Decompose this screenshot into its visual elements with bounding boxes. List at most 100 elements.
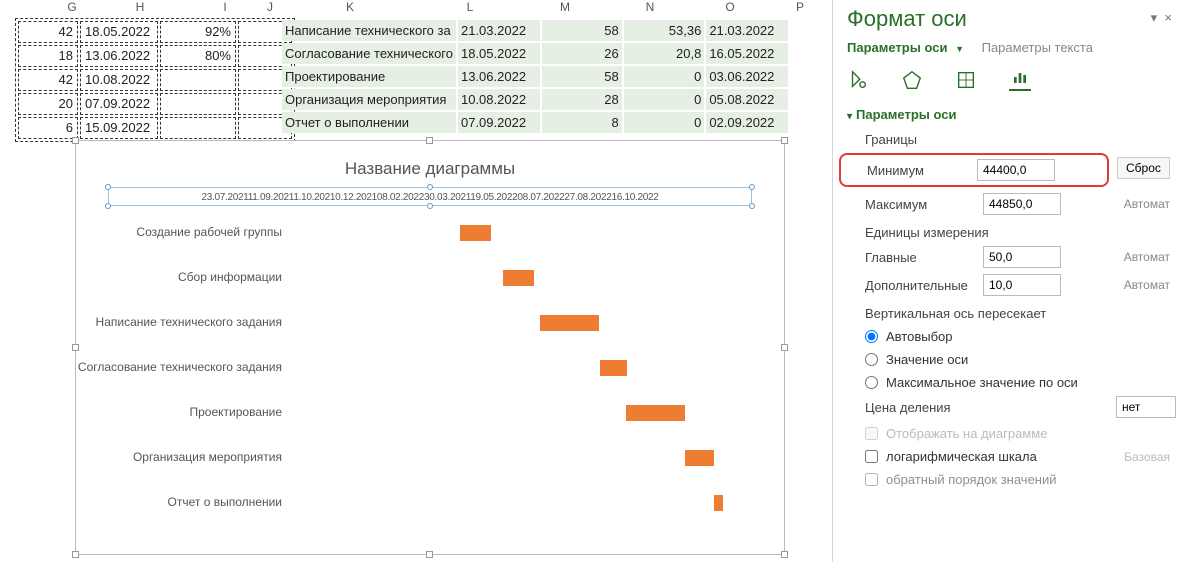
col-header-m[interactable]: M — [545, 0, 585, 18]
col-header-l[interactable]: L — [450, 0, 490, 18]
selection-table[interactable]: 4218.05.202292% 1813.06.202280% 4210.08.… — [15, 18, 295, 142]
chart-title[interactable]: Название диаграммы — [76, 141, 784, 187]
cell[interactable]: 15.09.2022 — [80, 117, 158, 139]
maximum-input[interactable] — [983, 193, 1061, 215]
data-table[interactable]: Написание технического за21.03.20225853,… — [280, 18, 790, 135]
reset-button[interactable]: Сброс — [1117, 157, 1170, 179]
cell[interactable]: Отчет о выполнении — [282, 112, 456, 133]
resize-handle[interactable] — [72, 137, 79, 144]
col-header-i[interactable]: I — [205, 0, 245, 18]
radio-max-value[interactable] — [865, 376, 878, 389]
display-units-label: Цена деления — [847, 400, 975, 415]
cell[interactable]: Согласование технического — [282, 43, 456, 64]
cell[interactable]: 42 — [18, 69, 78, 91]
col-header-k[interactable]: K — [330, 0, 370, 18]
cell[interactable]: 18 — [18, 45, 78, 67]
bar[interactable] — [600, 360, 627, 376]
col-header-p[interactable]: P — [790, 0, 810, 18]
minimum-input[interactable] — [977, 159, 1055, 181]
cell[interactable]: 42 — [18, 21, 78, 43]
section-axis-options[interactable]: Параметры оси — [847, 107, 1176, 122]
chevron-down-icon[interactable]: ▼ — [951, 44, 978, 54]
major-unit-input[interactable] — [983, 246, 1061, 268]
cell[interactable]: 18.05.2022 — [80, 21, 158, 43]
cell[interactable]: 10.08.2022 — [458, 89, 540, 110]
close-icon[interactable]: × — [1164, 10, 1172, 25]
category-label: Проектирование — [62, 405, 282, 419]
cell[interactable]: 05.08.2022 — [706, 89, 788, 110]
col-header-h[interactable]: H — [120, 0, 160, 18]
log-scale-label: логарифмическая шкала — [886, 449, 1037, 464]
x-axis-selection[interactable]: 23.07.202111.09.20211.10.20210.12.202108… — [108, 187, 752, 206]
cell[interactable]: 21.03.2022 — [706, 20, 788, 41]
chart-object[interactable]: Название диаграммы 23.07.202111.09.20211… — [75, 140, 785, 555]
minimum-label: Минимум — [841, 163, 969, 178]
cell[interactable]: Организация мероприятия — [282, 89, 456, 110]
col-header-j[interactable]: J — [260, 0, 280, 18]
cell[interactable]: 0 — [624, 89, 705, 110]
cell[interactable]: 80% — [160, 45, 236, 67]
reverse-order-checkbox[interactable] — [865, 473, 878, 486]
resize-handle[interactable] — [781, 344, 788, 351]
cell[interactable]: 21.03.2022 — [458, 20, 540, 41]
cell[interactable]: 13.06.2022 — [458, 66, 540, 87]
cell[interactable]: 0 — [624, 66, 705, 87]
cell[interactable]: 18.05.2022 — [458, 43, 540, 64]
radio-auto[interactable] — [865, 330, 878, 343]
bar[interactable] — [503, 270, 534, 286]
tick: 1.10.2021 — [293, 192, 335, 203]
cell[interactable]: 92% — [160, 21, 236, 43]
cell[interactable]: 16.05.2022 — [706, 43, 788, 64]
cell[interactable]: 03.06.2022 — [706, 66, 788, 87]
resize-handle[interactable] — [72, 551, 79, 558]
cell[interactable]: 02.09.2022 — [706, 112, 788, 133]
minor-unit-input[interactable] — [983, 274, 1061, 296]
bar[interactable] — [626, 405, 685, 421]
chart-plot-area[interactable]: Создание рабочей группы Сбор информации … — [108, 218, 752, 528]
cell[interactable]: 53,36 — [624, 20, 705, 41]
resize-handle[interactable] — [426, 551, 433, 558]
bar[interactable] — [540, 315, 599, 331]
cell[interactable]: 58 — [542, 66, 622, 87]
fill-line-icon[interactable] — [847, 69, 869, 91]
cell[interactable]: 28 — [542, 89, 622, 110]
cell[interactable]: 07.09.2022 — [80, 93, 158, 115]
resize-handle[interactable] — [72, 344, 79, 351]
effects-icon[interactable] — [901, 69, 923, 91]
log-scale-checkbox[interactable] — [865, 450, 878, 463]
cell[interactable]: Проектирование — [282, 66, 456, 87]
pane-menu-icon[interactable]: ▾ — [1151, 10, 1158, 25]
col-header-n[interactable]: N — [630, 0, 670, 18]
cell[interactable]: 0 — [624, 112, 705, 133]
cell[interactable] — [160, 69, 236, 91]
display-units-select[interactable] — [1116, 396, 1176, 418]
cell[interactable]: 07.09.2022 — [458, 112, 540, 133]
cell[interactable]: 10.08.2022 — [80, 69, 158, 91]
tab-text-options[interactable]: Параметры текста — [982, 40, 1093, 55]
cell[interactable]: 8 — [542, 112, 622, 133]
cell[interactable] — [160, 117, 236, 139]
cell[interactable] — [160, 93, 236, 115]
bar[interactable] — [460, 225, 491, 241]
resize-handle[interactable] — [426, 137, 433, 144]
cell[interactable]: 6 — [18, 117, 78, 139]
col-header-g[interactable]: G — [52, 0, 92, 18]
tab-axis-options[interactable]: Параметры оси — [847, 40, 947, 55]
axis-options-icon[interactable] — [1009, 69, 1031, 91]
tick: 11.09.2021 — [248, 192, 294, 203]
radio-axis-value[interactable] — [865, 353, 878, 366]
cell[interactable]: 13.06.2022 — [80, 45, 158, 67]
col-header-o[interactable]: O — [710, 0, 750, 18]
bar[interactable] — [714, 495, 723, 511]
resize-handle[interactable] — [781, 137, 788, 144]
cell[interactable]: Написание технического за — [282, 20, 456, 41]
bar[interactable] — [685, 450, 714, 466]
pane-controls[interactable]: ▾ × — [1151, 10, 1172, 26]
cell[interactable]: 58 — [542, 20, 622, 41]
cell[interactable]: 26 — [542, 43, 622, 64]
tick: 08.02.2022 — [377, 192, 424, 203]
cell[interactable]: 20 — [18, 93, 78, 115]
size-properties-icon[interactable] — [955, 69, 977, 91]
resize-handle[interactable] — [781, 551, 788, 558]
cell[interactable]: 20,8 — [624, 43, 705, 64]
